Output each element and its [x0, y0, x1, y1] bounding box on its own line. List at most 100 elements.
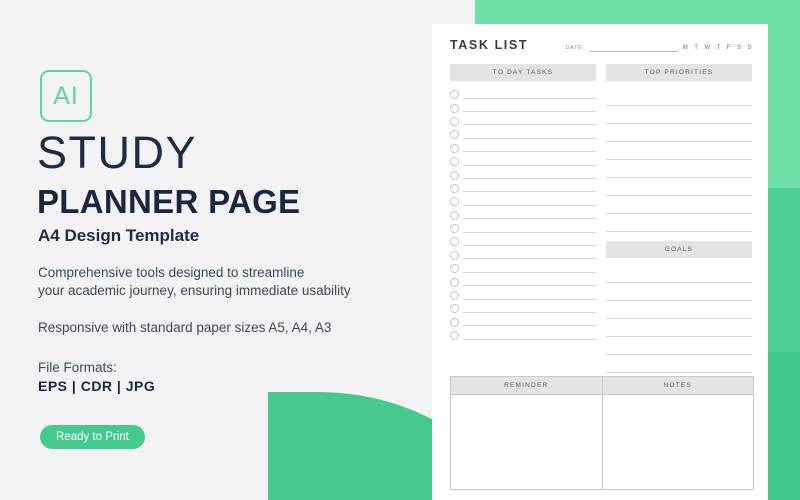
task-row[interactable]: [450, 168, 596, 181]
today-tasks-header: TO DAY TASKS: [450, 64, 596, 81]
task-row[interactable]: [450, 195, 596, 208]
task-checkbox-circle-icon[interactable]: [450, 237, 459, 247]
task-write-line[interactable]: [463, 332, 596, 340]
goal-write-line[interactable]: [606, 337, 752, 355]
task-checkbox-circle-icon[interactable]: [450, 197, 459, 207]
task-row[interactable]: [450, 222, 596, 235]
priority-write-line[interactable]: [606, 178, 752, 196]
weekday-4[interactable]: F: [727, 45, 731, 51]
top-priorities-rows: [606, 88, 752, 232]
notes-writing-area[interactable]: [602, 395, 753, 489]
task-checkbox-circle-icon[interactable]: [450, 331, 459, 341]
weekday-5[interactable]: S: [737, 45, 742, 51]
task-checkbox-circle-icon[interactable]: [450, 264, 459, 274]
ai-logo-icon: AI: [40, 70, 92, 122]
task-checkbox-circle-icon[interactable]: [450, 291, 459, 301]
weekday-selector[interactable]: MTWTFSS: [683, 45, 752, 52]
task-row[interactable]: [450, 329, 596, 342]
task-checkbox-circle-icon[interactable]: [450, 157, 459, 167]
task-checkbox-circle-icon[interactable]: [450, 224, 459, 234]
task-write-line[interactable]: [463, 292, 596, 300]
task-write-line[interactable]: [463, 104, 596, 113]
task-row[interactable]: [450, 275, 596, 288]
task-checkbox-circle-icon[interactable]: [450, 317, 459, 327]
task-write-line[interactable]: [463, 184, 596, 193]
task-write-line[interactable]: [463, 117, 596, 126]
reminder-writing-area[interactable]: [451, 395, 602, 489]
task-checkbox-circle-icon[interactable]: [450, 170, 459, 180]
task-checkbox-circle-icon[interactable]: [450, 277, 459, 287]
task-row[interactable]: [450, 249, 596, 262]
task-row[interactable]: [450, 316, 596, 329]
task-write-line[interactable]: [463, 211, 596, 220]
task-row[interactable]: [450, 155, 596, 168]
date-input-line[interactable]: [589, 42, 678, 52]
task-write-line[interactable]: [463, 91, 596, 99]
goal-write-line[interactable]: [606, 283, 752, 301]
file-formats-label: File Formats:: [38, 360, 117, 375]
date-label: DATE:: [565, 45, 585, 51]
priority-write-line[interactable]: [606, 142, 752, 160]
planner-page-card: TASK LIST DATE: MTWTFSS TO DAY TASKS TOP…: [432, 24, 768, 500]
priority-write-line[interactable]: [606, 88, 752, 106]
task-row[interactable]: [450, 235, 596, 248]
priority-write-line[interactable]: [606, 160, 752, 178]
today-tasks-rows: [450, 88, 596, 342]
promo-panel: AI STUDY PLANNER PAGE A4 Design Template…: [0, 0, 432, 500]
ready-to-print-badge[interactable]: Ready to Print: [40, 425, 145, 449]
description-line-1: Comprehensive tools designed to streamli…: [38, 265, 305, 280]
weekday-1[interactable]: T: [694, 45, 698, 51]
task-checkbox-circle-icon[interactable]: [450, 183, 459, 193]
priority-write-line[interactable]: [606, 106, 752, 124]
task-checkbox-circle-icon[interactable]: [450, 210, 459, 220]
goal-write-line[interactable]: [606, 301, 752, 319]
task-checkbox-circle-icon[interactable]: [450, 250, 459, 260]
task-checkbox-circle-icon[interactable]: [450, 304, 459, 314]
priority-write-line[interactable]: [606, 196, 752, 214]
task-write-line[interactable]: [463, 265, 596, 273]
priority-write-line[interactable]: [606, 124, 752, 142]
page-title-secondary: PLANNER PAGE: [37, 183, 301, 220]
task-row[interactable]: [450, 289, 596, 302]
task-row[interactable]: [450, 115, 596, 128]
notes-box: NOTES: [601, 377, 753, 489]
task-write-line[interactable]: [463, 318, 596, 327]
goal-write-line[interactable]: [606, 319, 752, 337]
goal-write-line[interactable]: [606, 265, 752, 283]
task-write-line[interactable]: [463, 198, 596, 206]
weekday-6[interactable]: S: [747, 45, 752, 51]
task-write-line[interactable]: [463, 251, 596, 260]
task-checkbox-circle-icon[interactable]: [450, 103, 459, 113]
notes-header: NOTES: [602, 377, 753, 395]
priorities-goals-column: TOP PRIORITIES GOALS: [606, 64, 752, 409]
task-checkbox-circle-icon[interactable]: [450, 90, 459, 100]
task-write-line[interactable]: [463, 278, 596, 287]
task-row[interactable]: [450, 209, 596, 222]
task-write-line[interactable]: [463, 144, 596, 153]
weekday-2[interactable]: W: [704, 45, 710, 51]
task-write-line[interactable]: [463, 158, 596, 166]
task-row[interactable]: [450, 128, 596, 141]
weekday-0[interactable]: M: [683, 45, 689, 51]
priority-write-line[interactable]: [606, 214, 752, 232]
responsive-note: Responsive with standard paper sizes A5,…: [38, 320, 332, 335]
task-checkbox-circle-icon[interactable]: [450, 143, 459, 153]
task-write-line[interactable]: [463, 305, 596, 313]
goal-write-line[interactable]: [606, 355, 752, 373]
task-write-line[interactable]: [463, 238, 596, 246]
task-row[interactable]: [450, 302, 596, 315]
task-row[interactable]: [450, 262, 596, 275]
task-checkbox-circle-icon[interactable]: [450, 130, 459, 140]
task-write-line[interactable]: [463, 225, 596, 233]
task-row[interactable]: [450, 142, 596, 155]
task-row[interactable]: [450, 101, 596, 114]
task-write-line[interactable]: [463, 171, 596, 180]
task-row[interactable]: [450, 88, 596, 101]
page-subtitle: A4 Design Template: [38, 226, 200, 245]
task-write-line[interactable]: [463, 131, 596, 139]
task-row[interactable]: [450, 182, 596, 195]
task-checkbox-circle-icon[interactable]: [450, 116, 459, 126]
page-title-primary: STUDY: [37, 127, 198, 178]
design-preview-canvas: AI STUDY PLANNER PAGE A4 Design Template…: [0, 0, 800, 500]
weekday-3[interactable]: T: [717, 45, 721, 51]
